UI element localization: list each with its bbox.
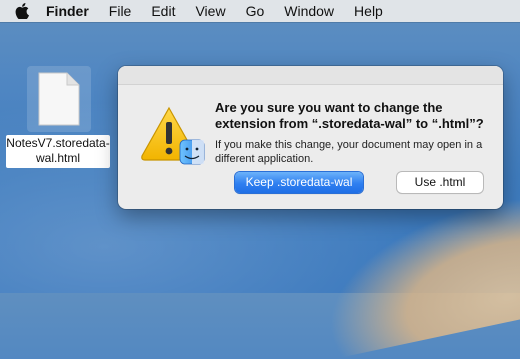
menu-app-finder[interactable]: Finder	[42, 0, 99, 22]
apple-icon	[15, 3, 29, 19]
menu-view[interactable]: View	[185, 0, 235, 22]
desktop-file-icon[interactable]	[27, 66, 91, 132]
desktop-file-name[interactable]: NotesV7.storedata-wal.html	[6, 135, 110, 168]
warning-icon	[141, 106, 205, 165]
keep-extension-button[interactable]: Keep .storedata-wal	[235, 172, 363, 193]
menu-file[interactable]: File	[99, 0, 142, 22]
rename-extension-dialog: Are you sure you want to change the exte…	[118, 66, 503, 209]
alert-icon	[140, 104, 206, 168]
menu-help[interactable]: Help	[344, 0, 393, 22]
document-icon	[38, 72, 80, 126]
dialog-informative-text: If you make this change, your document m…	[215, 139, 483, 165]
apple-menu[interactable]	[8, 3, 36, 19]
menu-window[interactable]: Window	[274, 0, 344, 22]
dialog-title-strip	[118, 66, 503, 85]
menu-bar: Finder File Edit View Go Window Help	[0, 0, 520, 22]
menu-edit[interactable]: Edit	[141, 0, 185, 22]
finder-badge-icon	[179, 139, 205, 165]
use-html-button[interactable]: Use .html	[397, 172, 483, 193]
dialog-message: Are you sure you want to change the exte…	[215, 100, 484, 131]
menu-go[interactable]: Go	[236, 0, 275, 22]
